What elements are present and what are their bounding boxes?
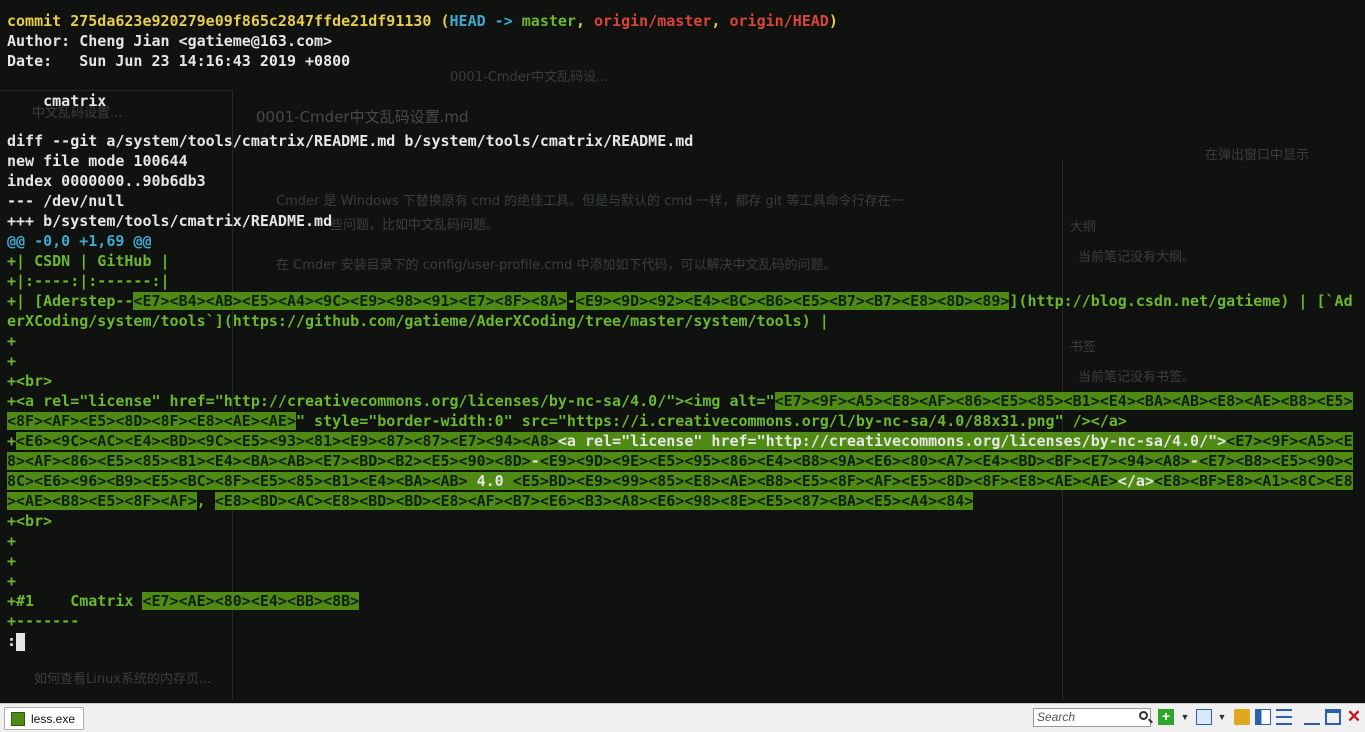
terminal-text: origin/HEAD: [729, 12, 829, 30]
terminal-text: +: [7, 532, 17, 550]
terminal-text: ,: [575, 12, 595, 30]
terminal-text: <E6><9C><AC><E4><BD><9C><E5><93><81><E9>…: [16, 432, 558, 450]
menu-lines-icon[interactable]: [1276, 709, 1292, 725]
terminal-line: +| CSDN | GitHub |: [7, 251, 1359, 271]
terminal-text: <E9><9D><92><E4><BC><B6><E5><B7><B7><E8>…: [575, 292, 1010, 310]
terminal-text: commit 275da623e920279e09f865c2847ffde21…: [7, 12, 450, 30]
terminal-text: origin/master: [594, 12, 712, 30]
terminal-text: <E5>BD><E9><99><85><E8><AE><B8><E5><8F><…: [512, 472, 1118, 490]
terminal-text: +: [7, 552, 17, 570]
maximize-icon[interactable]: [1325, 709, 1341, 725]
terminal-line: cmatrix: [7, 91, 1359, 111]
terminal-line: +<br>: [7, 511, 1359, 531]
lock-icon[interactable]: [1234, 709, 1250, 725]
terminal-text: +| CSDN | GitHub |: [7, 252, 170, 270]
close-icon[interactable]: ✕: [1346, 708, 1362, 725]
terminal-text: <E8><BD><AC><E8><BD><BD><E8><AF><B7><E6>…: [214, 492, 974, 510]
terminal-line: commit 275da623e920279e09f865c2847ffde21…: [7, 11, 1359, 31]
terminal-line: +: [7, 571, 1359, 591]
terminal-line: +#1 Cmatrix <E7><AE><80><E4><BB><8B>: [7, 591, 1359, 611]
terminal-line: index 0000000..90b6db3: [7, 171, 1359, 191]
terminal-line: +: [7, 551, 1359, 571]
console-tab[interactable]: less.exe: [4, 707, 84, 730]
terminal-text: +<br>: [7, 512, 53, 530]
terminal-text: +-------: [7, 612, 80, 630]
terminal-text: +#1 Cmatrix: [7, 592, 143, 610]
console-tab-label: less.exe: [31, 711, 76, 726]
terminal-line: @@ -0,0 +1,69 @@: [7, 231, 1359, 251]
terminal-text: -: [1190, 452, 1200, 470]
new-console-button[interactable]: +: [1158, 709, 1174, 725]
terminal-text: -: [566, 292, 576, 310]
terminal-text: +: [7, 432, 17, 450]
terminal-text: <E7><B4><AB><E5><A4><9C><E9><98><91><E7>…: [133, 292, 567, 310]
terminal-text: new file mode 100644: [7, 152, 188, 170]
terminal-text: +: [7, 352, 17, 370]
console-status-bar: less.exe Search + ▼ ▼ ✕: [0, 703, 1365, 732]
console-app-icon: [11, 711, 25, 726]
minimize-icon[interactable]: [1304, 709, 1320, 725]
terminal-text: --- /dev/null: [7, 192, 125, 210]
window-icon[interactable]: [1196, 709, 1212, 725]
terminal-line: +<br>: [7, 371, 1359, 391]
terminal-text: <E7><AE><80><E4><BB><8B>: [142, 592, 360, 610]
search-icon[interactable]: [1139, 711, 1148, 720]
terminal-text: +: [7, 332, 17, 350]
terminal-text: Author: Cheng Jian <gatieme@163.com>: [7, 32, 333, 50]
terminal-text: </a>: [1117, 472, 1154, 490]
terminal-text: +<a rel="license" href="http://creativec…: [7, 392, 775, 410]
terminal-text: +<br>: [7, 372, 53, 390]
terminal-text: <a rel="license" href="http://creativeco…: [557, 432, 1227, 450]
terminal-text: <E9><9D><9E><E5><95><86><E4><B8><9A><E6>…: [539, 452, 1191, 470]
terminal-line: +|:----:|:------:|: [7, 271, 1359, 291]
terminal-text: ): [828, 12, 838, 30]
text-cursor: [16, 632, 26, 651]
terminal-text: @@ -0,0 +1,69 @@: [7, 232, 152, 250]
terminal-text: +: [7, 572, 17, 590]
search-placeholder: Search: [1037, 710, 1076, 724]
terminal-text: " style="border-width:0" src="https://i.…: [295, 412, 1127, 430]
terminal-text: diff --git a/system/tools/cmatrix/README…: [7, 132, 694, 150]
terminal-text: master: [521, 12, 576, 30]
terminal-line: --- /dev/null: [7, 191, 1359, 211]
pager-prompt-line[interactable]: :: [7, 631, 1359, 651]
terminal-line: new file mode 100644: [7, 151, 1359, 171]
terminal-line: +: [7, 531, 1359, 551]
terminal-text: HEAD ->: [449, 12, 522, 30]
terminal-line: +++ b/system/tools/cmatrix/README.md: [7, 211, 1359, 231]
terminal-text: Date: Sun Jun 23 14:16:43 2019 +0800: [7, 52, 351, 70]
terminal-text: +++ b/system/tools/cmatrix/README.md: [7, 212, 333, 230]
search-input[interactable]: Search: [1033, 708, 1151, 727]
terminal-text: ,: [196, 492, 215, 510]
terminal-line: +<a rel="license" href="http://creativec…: [7, 391, 1359, 431]
terminal-line: +: [7, 351, 1359, 371]
terminal-output[interactable]: commit 275da623e920279e09f865c2847ffde21…: [7, 11, 1359, 701]
terminal-text: cmatrix: [7, 92, 107, 110]
terminal-text: +|:----:|:------:|: [7, 272, 170, 290]
terminal-line: +<E6><9C><AC><E4><BD><9C><E5><93><81><E9…: [7, 431, 1359, 511]
chevron-down-icon[interactable]: ▼: [1177, 709, 1193, 725]
terminal-text: index 0000000..90b6db3: [7, 172, 206, 190]
terminal-line: Date: Sun Jun 23 14:16:43 2019 +0800: [7, 51, 1359, 71]
terminal-line: Author: Cheng Jian <gatieme@163.com>: [7, 31, 1359, 51]
split-view-icon[interactable]: [1255, 709, 1271, 725]
chevron-down-icon[interactable]: ▼: [1214, 709, 1230, 725]
terminal-line: +: [7, 331, 1359, 351]
pager-prompt: :: [7, 632, 17, 650]
terminal-line: diff --git a/system/tools/cmatrix/README…: [7, 131, 1359, 151]
terminal-line: +-------: [7, 611, 1359, 631]
terminal-text: 4.0: [467, 472, 513, 490]
terminal-line: +| [Aderstep--<E7><B4><AB><E5><A4><9C><E…: [7, 291, 1359, 331]
terminal-text: +| [Aderstep--: [7, 292, 134, 310]
terminal-text: -: [530, 452, 540, 470]
terminal-text: ,: [711, 12, 730, 30]
